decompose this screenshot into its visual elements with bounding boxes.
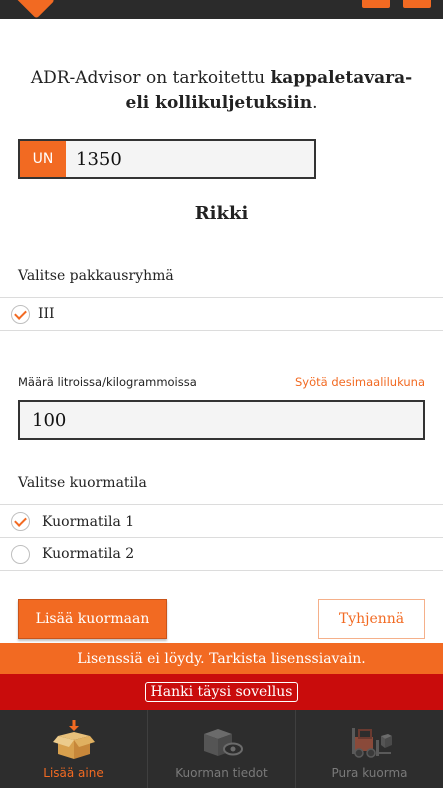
intro-text-end: . (312, 93, 318, 113)
tab-load-details[interactable]: Kuorman tiedot (148, 710, 296, 788)
add-to-load-button[interactable]: Lisää kuormaan (18, 599, 167, 639)
tab-label: Pura kuorma (331, 766, 408, 780)
packing-group-option-iii[interactable]: III (0, 297, 443, 331)
bottom-tab-bar: Lisää aine Kuorman tiedot Pura kuorma (0, 710, 443, 788)
amount-label: Määrä litroissa/kilogrammoissa (18, 375, 197, 389)
intro-text-plain: ADR-Advisor on tarkoitettu (30, 68, 271, 88)
buy-full-app-button[interactable]: Hanki täysi sovellus (144, 682, 299, 702)
un-prefix-label: UN (20, 141, 66, 177)
packing-group-heading: Valitse pakkausryhmä (18, 268, 174, 284)
load-space-option-label: Kuormatila 1 (42, 513, 135, 530)
un-number-field: UN (18, 139, 316, 179)
amount-input[interactable] (18, 400, 425, 440)
buy-full-app-banner: Hanki täysi sovellus (0, 674, 443, 710)
load-space-option-2[interactable]: Kuormatila 2 (0, 537, 443, 571)
load-space-option-label: Kuormatila 2 (42, 546, 135, 562)
clear-button[interactable]: Tyhjennä (318, 599, 425, 639)
substance-name: Rikki (194, 203, 249, 224)
box-view-icon (203, 729, 243, 756)
top-app-bar (0, 0, 443, 19)
search-button[interactable] (362, 0, 390, 8)
menu-button[interactable] (403, 0, 431, 8)
radio-checked-icon[interactable] (11, 304, 30, 324)
forklift-icon (351, 728, 392, 758)
tab-label: Lisää aine (43, 766, 104, 780)
license-warning-banner: Lisenssiä ei löydy. Tarkista lisenssiava… (0, 643, 443, 674)
radio-unchecked-icon[interactable] (11, 544, 30, 564)
license-warning-text: Lisenssiä ei löydy. Tarkista lisenssiava… (77, 650, 366, 667)
tab-add-substance[interactable]: Lisää aine (0, 710, 148, 788)
load-space-heading: Valitse kuormatila (18, 475, 147, 491)
app-logo-icon (15, 0, 55, 19)
tab-unload[interactable]: Pura kuorma (296, 710, 443, 788)
un-number-input[interactable] (66, 141, 314, 177)
tab-label: Kuorman tiedot (175, 766, 268, 780)
load-space-option-1[interactable]: Kuormatila 1 (0, 504, 443, 538)
radio-checked-icon[interactable] (11, 512, 30, 531)
decimal-hint: Syötä desimaalilukuna (294, 375, 425, 389)
intro-text: ADR-Advisor on tarkoitettu kappaletavara… (20, 66, 423, 116)
packing-group-option-label: III (38, 306, 55, 322)
add-box-icon (52, 720, 95, 759)
